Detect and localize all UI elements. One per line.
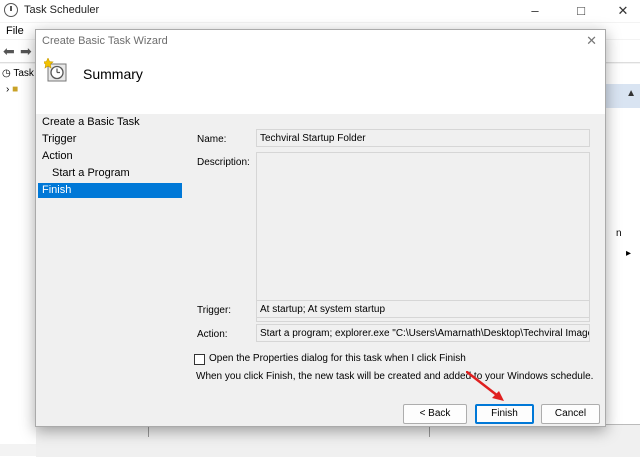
annotation-arrow-icon bbox=[466, 371, 504, 401]
actions-pane: ▲ n ▸ bbox=[604, 64, 640, 444]
name-field[interactable]: Techviral Startup Folder bbox=[256, 129, 590, 147]
wizard-step-trigger[interactable]: Trigger bbox=[38, 132, 182, 147]
back-button[interactable]: < Back bbox=[403, 404, 467, 424]
back-arrow-icon[interactable]: ⬅ bbox=[3, 43, 15, 60]
action-field[interactable]: Start a program; explorer.exe "C:\Users\… bbox=[256, 324, 590, 342]
wizard-step-finish[interactable]: Finish bbox=[38, 183, 182, 198]
bottom-pane bbox=[36, 424, 640, 457]
maximize-icon[interactable]: □ bbox=[566, 2, 596, 20]
dialog-title: Create Basic Task Wizard bbox=[42, 35, 168, 47]
folder-icon: ■ bbox=[12, 84, 19, 95]
create-basic-task-wizard: Create Basic Task Wizard ✕ Summary Creat… bbox=[35, 29, 606, 427]
trigger-label: Trigger: bbox=[197, 305, 232, 316]
wizard-step-create-basic-task[interactable]: Create a Basic Task bbox=[38, 115, 182, 130]
clock-icon: ◷ bbox=[2, 68, 11, 79]
open-properties-checkbox[interactable] bbox=[194, 354, 205, 365]
name-label: Name: bbox=[197, 134, 227, 145]
chevron-right-icon: › bbox=[6, 84, 10, 95]
description-field[interactable] bbox=[256, 152, 590, 322]
navigation-tree: ◷ Task › ■ bbox=[0, 64, 37, 444]
tree-item-task-scheduler[interactable]: ◷ Task bbox=[2, 68, 34, 79]
dialog-header: Summary bbox=[36, 52, 605, 114]
wizard-step-start-a-program[interactable]: Start a Program bbox=[38, 166, 182, 181]
clock-icon bbox=[4, 3, 18, 17]
close-icon[interactable]: ✕ bbox=[586, 33, 597, 49]
actions-pane-header[interactable]: ▲ bbox=[604, 84, 640, 108]
wizard-step-action[interactable]: Action bbox=[38, 149, 182, 164]
cancel-button[interactable]: Cancel bbox=[541, 404, 600, 424]
description-label: Description: bbox=[197, 157, 250, 168]
dialog-body: Create a Basic Task Trigger Action Start… bbox=[36, 114, 605, 426]
minimize-icon[interactable]: – bbox=[520, 2, 550, 20]
app-title: Task Scheduler bbox=[24, 4, 100, 16]
chevron-right-icon[interactable]: ▸ bbox=[626, 248, 631, 259]
tree-item-label: Task bbox=[13, 68, 34, 79]
trigger-field[interactable]: At startup; At system startup bbox=[256, 300, 590, 318]
close-icon[interactable]: ✕ bbox=[608, 2, 638, 20]
dialog-titlebar: Create Basic Task Wizard ✕ bbox=[36, 30, 605, 52]
actions-text-fragment: n bbox=[616, 228, 622, 239]
page-title: Summary bbox=[83, 66, 143, 82]
finish-note: When you click Finish, the new task will… bbox=[196, 371, 594, 382]
task-wizard-icon bbox=[44, 58, 67, 82]
forward-arrow-icon[interactable]: ➡ bbox=[20, 43, 32, 60]
finish-button[interactable]: Finish bbox=[475, 404, 534, 424]
tree-item-library[interactable]: › ■ bbox=[6, 84, 18, 95]
collapse-arrow-icon: ▲ bbox=[626, 88, 636, 99]
open-properties-checkbox-label[interactable]: Open the Properties dialog for this task… bbox=[209, 353, 466, 364]
app-titlebar: Task Scheduler – □ ✕ bbox=[0, 0, 640, 22]
menu-file[interactable]: File bbox=[6, 25, 24, 37]
action-label: Action: bbox=[197, 329, 228, 340]
